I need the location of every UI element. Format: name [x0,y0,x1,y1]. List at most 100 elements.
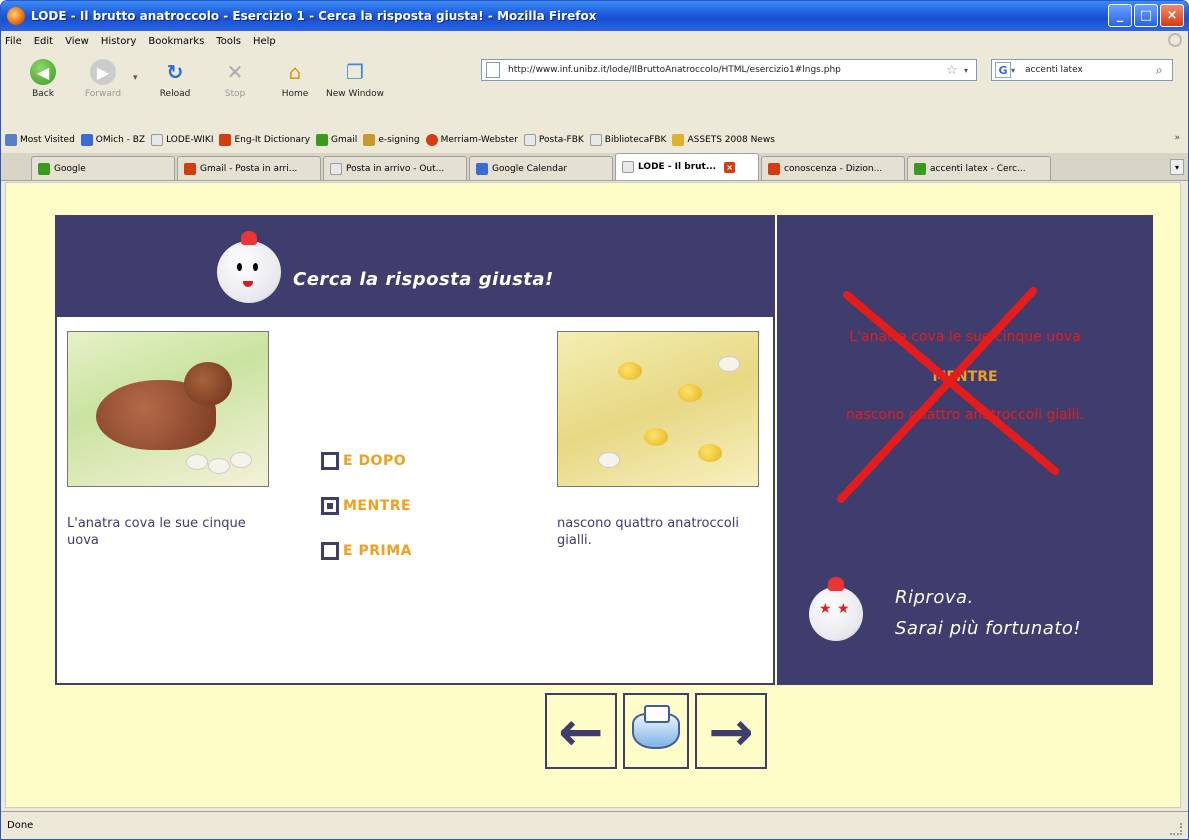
engine-dropdown-icon[interactable]: ▾ [1011,66,1021,75]
bookmark-favicon-icon [5,134,17,146]
menu-tools[interactable]: Tools [216,36,241,47]
tab-close-icon[interactable]: × [724,161,736,173]
bookmark-favicon-icon [425,134,438,146]
bookmarks-overflow-icon[interactable]: » [1174,133,1180,143]
tab-conoscenza[interactable]: conoscenza - Dizion... [761,156,905,180]
menu-history[interactable]: History [101,36,137,47]
forward-button[interactable]: ▶ Forward [73,51,133,121]
tab-gmail[interactable]: Gmail - Posta in arri... [177,156,321,180]
resize-grip-icon[interactable] [1170,823,1182,835]
retry-message: Riprova. Sarai più fortunato! [895,582,1081,644]
url-bar[interactable]: http://www.inf.unibz.it/lode/IlBruttoAna… [481,59,977,81]
bookmark-e-signing[interactable]: e-signing [363,134,420,146]
bookmark-label: Posta-FBK [538,135,584,145]
bookmark-favicon-icon [316,134,329,146]
tab-calendar[interactable]: Google Calendar [469,156,613,180]
chick-crest [828,577,844,591]
minimize-button[interactable]: _ [1108,4,1132,27]
bookmark-label: Gmail [331,135,358,145]
tab-favicon-icon [622,161,634,173]
star-eye-icon: ★ [837,601,850,617]
option-checkbox[interactable] [321,541,339,560]
bookmark-label: Merriam-Webster [440,135,518,145]
bookmark-favicon-icon [589,134,602,146]
forward-label: Forward [84,89,122,99]
tab-label: conoscenza - Dizion... [784,163,883,174]
chick-mouth [243,281,253,287]
home-button[interactable]: ⌂ Home [265,51,325,121]
bookmarks-toolbar: Most Visited OMich - BZ LODE-WIKI Eng-It… [1,127,1188,153]
reload-button[interactable]: ↻ Reload [145,51,205,121]
tab-label: Gmail - Posta in arri... [200,163,298,174]
exercise-navigation: ← → [545,693,767,769]
tab-label: Posta in arrivo - Out... [346,163,445,174]
title-bar[interactable]: LODE - Il brutto anatroccolo - Esercizio… [1,1,1188,31]
new-window-button[interactable]: ❐ New Window [325,51,385,121]
google-engine-icon[interactable]: G [995,62,1011,78]
back-label: Back [32,89,54,99]
duckling [698,444,722,462]
bookmark-star-icon[interactable]: ☆ [946,63,964,78]
new-window-icon: ❐ [346,60,364,84]
home-boat-button[interactable] [623,693,689,769]
bookmark-label: BibliotecaFBK [604,135,667,145]
menu-bookmarks[interactable]: Bookmarks [148,36,204,47]
url-text[interactable]: http://www.inf.unibz.it/lode/IlBruttoAna… [508,65,946,75]
bookmark-eng-it-dictionary[interactable]: Eng-It Dictionary [219,134,310,146]
tab-posta[interactable]: Posta in arrivo - Out... [323,156,467,180]
browser-window: LODE - Il brutto anatroccolo - Esercizio… [0,0,1189,840]
option-checkbox[interactable] [321,496,339,515]
option-e-prima[interactable]: E PRIMA [321,537,412,564]
page-icon [486,62,500,78]
tab-lode[interactable]: LODE - Il brut... × [615,153,759,180]
wrong-answer-cross-icon [837,287,1059,503]
bookmark-favicon-icon [80,134,93,146]
bookmark-gmail[interactable]: Gmail [316,134,357,146]
search-icon[interactable]: ⌕ [1156,63,1172,78]
left-caption: L'anatra cova le sue cinque uova [67,516,246,548]
bookmark-merriam-webster[interactable]: Merriam-Webster [425,134,518,146]
reload-icon: ↻ [166,60,184,84]
status-bar: Done [1,811,1188,839]
back-button[interactable]: ◀ Back [13,51,73,121]
tab-accenti[interactable]: accenti latex - Cerc... [907,156,1051,180]
search-input[interactable]: accenti latex [1025,65,1156,75]
lesson-panel: Cerca la risposta giusta! E DOPO MENTRE … [55,215,775,685]
back-arrow-icon: ◀ [30,59,56,85]
bookmark-omich[interactable]: OMich - BZ [80,134,145,146]
close-button[interactable]: × [1160,4,1184,27]
menu-file[interactable]: File [5,36,22,47]
menu-help[interactable]: Help [253,36,276,47]
bookmark-biblioteca-fbk[interactable]: BibliotecaFBK [589,134,667,146]
bookmark-assets-2008[interactable]: ASSETS 2008 News [672,134,775,146]
tab-favicon-icon [768,162,780,175]
history-dropdown-icon[interactable]: ▾ [133,51,145,83]
egg [208,458,230,474]
bookmark-label: e-signing [378,135,420,145]
status-text: Done [7,820,34,831]
tab-google[interactable]: Google [31,156,175,180]
egg-shell [718,356,740,372]
bookmark-posta-fbk[interactable]: Posta-FBK [523,134,584,146]
forward-arrow-icon: ▶ [90,59,116,85]
retry-line2: Sarai più fortunato! [895,618,1082,639]
option-e-dopo[interactable]: E DOPO [321,447,412,474]
menu-bar: File Edit View History Bookmarks Tools H… [1,31,1188,51]
bookmark-label: ASSETS 2008 News [687,135,775,145]
tab-favicon-icon [330,162,342,175]
tab-favicon-icon [476,162,488,175]
option-checkbox[interactable] [321,451,339,470]
menu-view[interactable]: View [65,36,89,47]
search-bar[interactable]: G ▾ accenti latex ⌕ [991,59,1173,81]
menu-edit[interactable]: Edit [34,36,53,47]
bookmark-lode-wiki[interactable]: LODE-WIKI [151,134,213,146]
next-button[interactable]: → [695,693,767,769]
maximize-button[interactable]: □ [1134,4,1158,27]
tab-list-dropdown-icon[interactable]: ▾ [1170,159,1184,175]
bookmark-most-visited[interactable]: Most Visited [5,134,75,146]
previous-button[interactable]: ← [545,693,617,769]
option-mentre[interactable]: MENTRE [321,492,412,519]
stop-button[interactable]: ✕ Stop [205,51,265,121]
tab-strip: Google Gmail - Posta in arri... Posta in… [1,153,1188,181]
url-dropdown-icon[interactable]: ▾ [964,66,976,75]
